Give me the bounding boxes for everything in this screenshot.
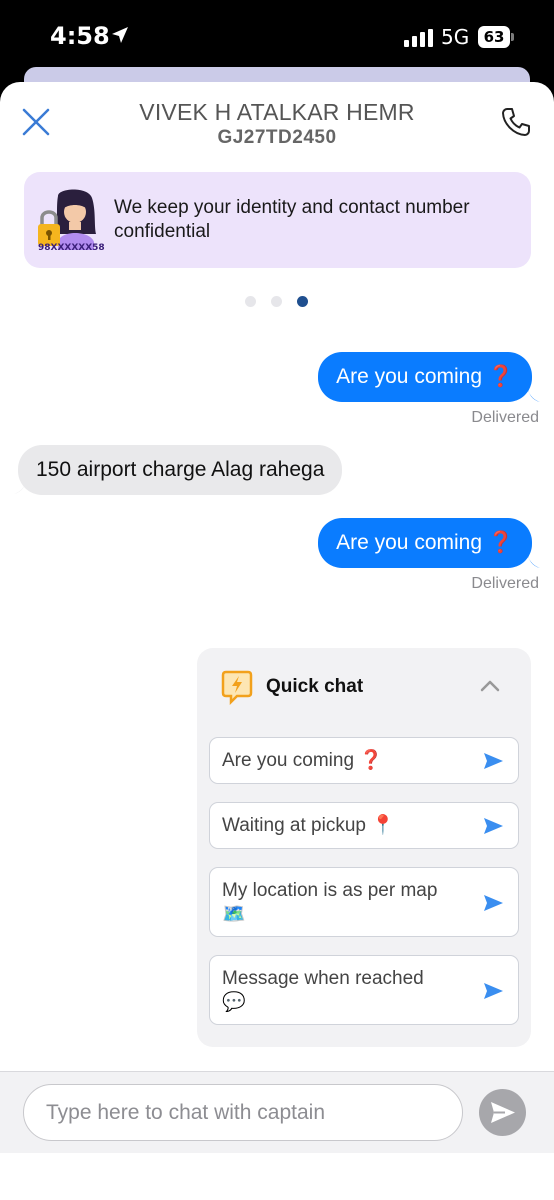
quick-chat-panel: Quick chat Are you coming ❓ Waiting at p… [197,648,531,1047]
bubble-tail [14,478,26,494]
driver-name: VIVEK H ATALKAR HEMR [139,99,415,125]
quick-chat-option-label: Waiting at pickup 📍 [222,815,395,836]
phone-icon[interactable] [500,106,532,138]
chevron-up-icon[interactable] [479,678,501,694]
message-composer [0,1071,554,1153]
outgoing-message-bubble[interactable]: Are you coming ❓ [318,518,532,568]
incoming-message-bubble[interactable]: 150 airport charge Alag rahega [18,445,343,495]
carousel-dot-1[interactable] [245,296,256,307]
delivery-status: Delivered [471,409,539,426]
signal-icon [404,29,433,47]
carousel-dot-2[interactable] [271,296,282,307]
speech-bubble-emoji: 💬 [222,992,246,1013]
outgoing-message-bubble[interactable]: Are you coming ❓ [318,352,532,402]
carousel-dot-3[interactable] [297,296,308,307]
battery-level: 63 [478,26,510,48]
network-type: 5G [441,25,470,49]
chat-input[interactable] [23,1084,463,1141]
quick-chat-option-label: Are you coming ❓ [222,750,383,771]
send-button[interactable] [479,1089,526,1136]
quick-chat-option[interactable]: Waiting at pickup 📍 [209,802,519,849]
delivery-status: Delivered [471,575,539,592]
status-time: 4:58 [50,22,110,50]
carousel-dots[interactable] [245,296,315,308]
bubble-tail [528,552,540,568]
send-arrow-icon[interactable] [482,750,504,772]
send-icon [491,1102,515,1123]
quick-chat-option-label: My location is as per map [222,880,438,901]
vehicle-number: GJ27TD2450 [217,127,337,148]
quick-chat-option-label: Message when reached [222,968,424,989]
quick-chat-option[interactable]: Message when reached 💬 [209,955,519,1025]
send-arrow-icon[interactable] [482,892,504,914]
quick-chat-option[interactable]: Are you coming ❓ [209,737,519,784]
privacy-message: We keep your identity and contact number… [114,197,470,242]
lightning-chat-icon [221,670,253,705]
bottom-safe-area [0,1153,554,1200]
send-arrow-icon[interactable] [482,980,504,1002]
map-emoji: 🗺️ [222,904,246,925]
masked-number: 98XXXXXX58 [38,243,105,253]
send-arrow-icon[interactable] [482,815,504,837]
location-arrow-icon [112,27,128,43]
quick-chat-option[interactable]: My location is as per map 🗺️ [209,867,519,937]
chat-sheet: VIVEK H ATALKAR HEMR GJ27TD2450 98XXXXXX… [0,82,554,1200]
status-bar: 4:58 5G 63 [0,0,554,74]
battery-icon: 63 [478,26,514,48]
privacy-banner: 98XXXXXX58 We keep your identity and con… [24,172,531,268]
quick-chat-title: Quick chat [266,676,364,697]
bubble-tail [528,386,540,402]
